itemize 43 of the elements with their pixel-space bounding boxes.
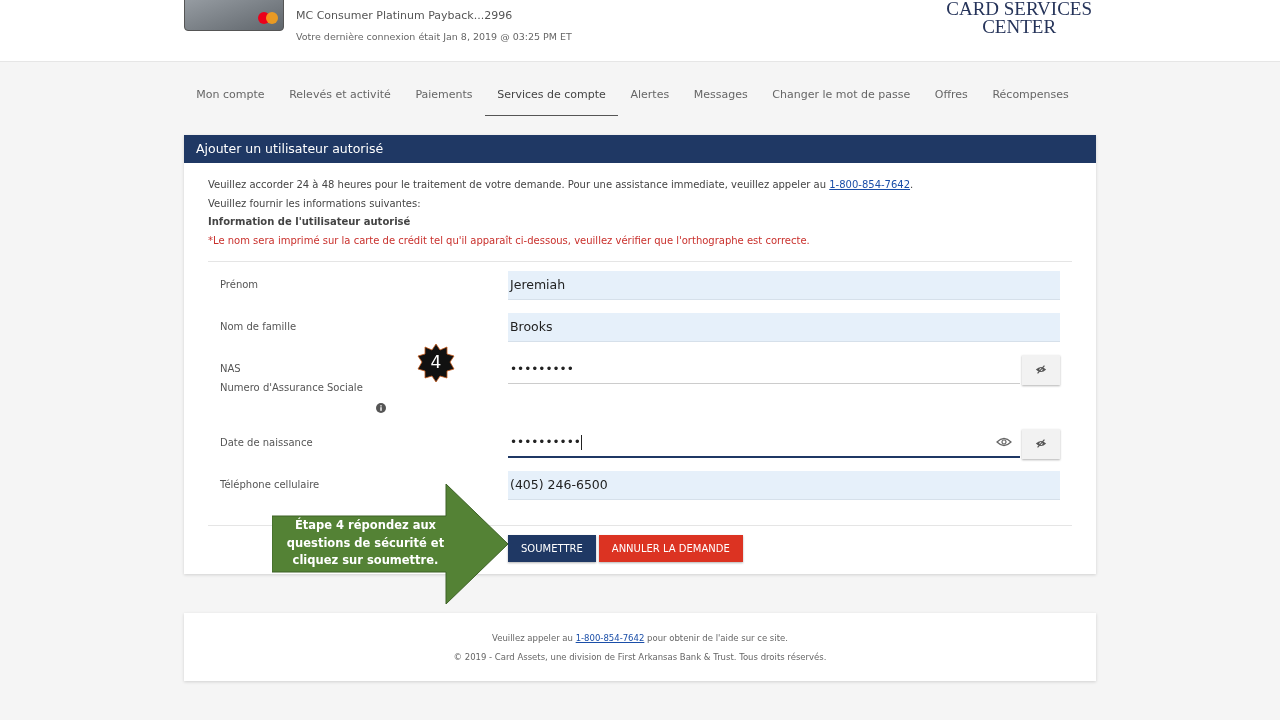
text-field[interactable]: (405) 246-6500 [508, 470, 1060, 500]
section-title: Information de l'utilisateur autorisé [208, 215, 412, 230]
field-label: Téléphone cellulaire [220, 478, 321, 490]
nav-tab[interactable]: Alertes [618, 74, 682, 116]
nav-tab[interactable]: Messages [681, 74, 760, 116]
nav-tab[interactable]: Récompenses [980, 74, 1082, 116]
panel-title: Ajouter un utilisateur autorisé [184, 135, 1096, 163]
eye-slash-icon [1035, 439, 1047, 449]
footer-help-text: Veuillez appeler au 1-800-854-7642 pour obtenir de l'aide sur ce site. [491, 631, 789, 645]
field-label: Date de naissance [220, 436, 314, 448]
show-hide-button[interactable] [1022, 354, 1060, 385]
instruction-text: Veuillez fournir les informations suivantes: [208, 196, 422, 211]
field-label: Nom de famille [220, 320, 298, 332]
show-hide-button[interactable] [1022, 428, 1060, 459]
nav-tab[interactable]: Services de compte [484, 74, 619, 116]
last-login-text: Votre dernière connexion était Jan 8, 2019 @ 03:25 PM ET [296, 31, 572, 42]
eye-icon[interactable] [996, 437, 1012, 448]
nav-tab[interactable]: Relevés et activité [276, 74, 404, 116]
phone-link[interactable]: 1-800-854-7642 [829, 179, 911, 190]
step-badge: 4 [416, 343, 456, 383]
field-label: NAS [220, 362, 242, 374]
nav-tab[interactable]: Changer le mot de passe [760, 74, 923, 116]
logo-text: CENTER [982, 18, 1057, 36]
warning-text: *Le nom sera imprimé sur la carte de crédit tel qu'il apparaît ci-dessous, veuillez vérifier que l'orthographe est correcte. [208, 234, 811, 249]
text-field[interactable]: Jeremiah [508, 270, 1060, 300]
phone-link[interactable]: 1-800-854-7642 [575, 632, 645, 643]
eye-slash-icon [1035, 365, 1047, 375]
info-icon[interactable] [376, 402, 386, 413]
nav-tab[interactable]: Offres [922, 74, 981, 116]
notice-text: Veuillez accorder 24 à 48 heures pour le traitement de votre demande. Pour une assistance immediate, veuillez appeler au 1-800-854-7642. [208, 178, 915, 192]
field-sublabel: Numero d'Assurance Sociale [220, 381, 364, 393]
field-label: Prénom [220, 278, 260, 290]
callout-text: Étape 4 répondez aux questions de sécurité et cliquez sur soumettre. [285, 517, 446, 569]
password-field[interactable]: •••••••••• [508, 428, 1020, 458]
copyright-text: © 2019 - Card Assets, une division de First Arkansas Bank & Trust. Tous droits réservés. [452, 650, 828, 664]
text-field[interactable]: Brooks [508, 312, 1060, 342]
logo-text: CARD SERVICES [946, 0, 1092, 18]
password-field[interactable]: ••••••••• [508, 354, 1020, 384]
cancel-button[interactable]: ANNULER LA DEMANDE [598, 534, 743, 562]
nav-tab[interactable]: Mon compte [184, 74, 277, 116]
nav-tab[interactable]: Paiements [403, 74, 485, 116]
submit-button[interactable]: SOUMETTRE [508, 534, 596, 562]
card-name: MC Consumer Platinum Payback...2996 [296, 9, 514, 22]
